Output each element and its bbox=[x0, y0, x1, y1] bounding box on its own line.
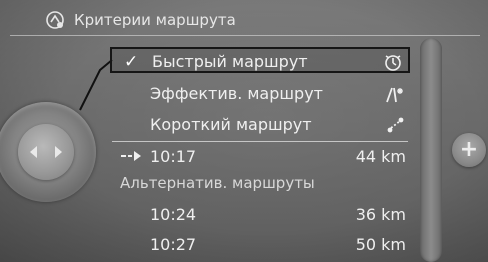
route-arrow-icon bbox=[121, 151, 141, 161]
plus-button[interactable]: + bbox=[452, 133, 486, 167]
menu-item-label: Короткий маршрут bbox=[150, 115, 312, 134]
route-time: 10:24 bbox=[150, 205, 197, 224]
route-distance: 50 km bbox=[355, 235, 406, 254]
checkmark-icon: ✓ bbox=[124, 52, 139, 72]
navigation-screen: Критерии маршрута + ✓ Быстрый маршрут Эф… bbox=[0, 0, 488, 262]
current-route-row[interactable]: 10:17 44 km bbox=[110, 144, 410, 170]
plus-icon: + bbox=[459, 137, 479, 162]
alternative-route-row[interactable]: 10:24 36 km bbox=[110, 202, 410, 228]
scroll-rail[interactable] bbox=[420, 38, 442, 262]
menu-item-efficient-route[interactable]: Эффектив. маршрут bbox=[110, 81, 410, 107]
menu-item-label: Быстрый маршрут bbox=[152, 52, 308, 71]
menu-item-label: Эффектив. маршрут bbox=[150, 84, 323, 103]
route-distance: 44 km bbox=[355, 147, 406, 166]
road-sparkle-icon bbox=[386, 87, 403, 103]
short-route-icon bbox=[387, 117, 404, 133]
route-time: 10:27 bbox=[150, 235, 197, 254]
route-distance: 36 km bbox=[355, 205, 406, 224]
alternative-route-row[interactable]: 10:27 50 km bbox=[110, 232, 410, 258]
divider bbox=[112, 141, 408, 142]
route-time: 10:17 bbox=[150, 147, 197, 166]
menu-item-fast-route[interactable]: ✓ Быстрый маршрут bbox=[110, 47, 410, 73]
alternatives-heading: Альтернатив. маршруты bbox=[120, 174, 315, 192]
menu-item-short-route[interactable]: Короткий маршрут bbox=[110, 112, 410, 138]
stopwatch-icon bbox=[385, 55, 401, 71]
